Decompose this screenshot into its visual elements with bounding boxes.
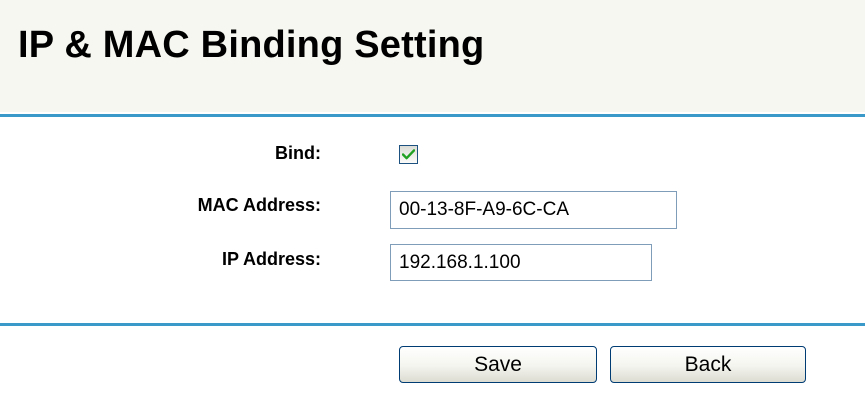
- bind-checkbox[interactable]: [399, 145, 418, 164]
- button-bar: Save Back: [0, 326, 865, 405]
- bind-label: Bind:: [275, 143, 321, 163]
- checkmark-icon: [402, 149, 415, 160]
- save-button[interactable]: Save: [399, 346, 597, 383]
- mac-address-input[interactable]: [390, 191, 677, 229]
- mac-address-row: MAC Address:: [0, 181, 865, 229]
- ip-address-input[interactable]: [390, 244, 652, 281]
- ip-address-row: IP Address:: [0, 233, 865, 281]
- binding-form: Bind: MAC Address: IP Address:: [0, 117, 865, 323]
- page-header: IP & MAC Binding Setting: [0, 0, 865, 112]
- ip-address-label: IP Address:: [221, 249, 321, 269]
- bind-row: Bind:: [0, 137, 865, 183]
- binding-setting-page: IP & MAC Binding Setting Bind: MAC Addre…: [0, 0, 865, 405]
- page-title: IP & MAC Binding Setting: [18, 24, 485, 66]
- back-button[interactable]: Back: [610, 346, 806, 383]
- mac-address-label: MAC Address:: [197, 195, 321, 215]
